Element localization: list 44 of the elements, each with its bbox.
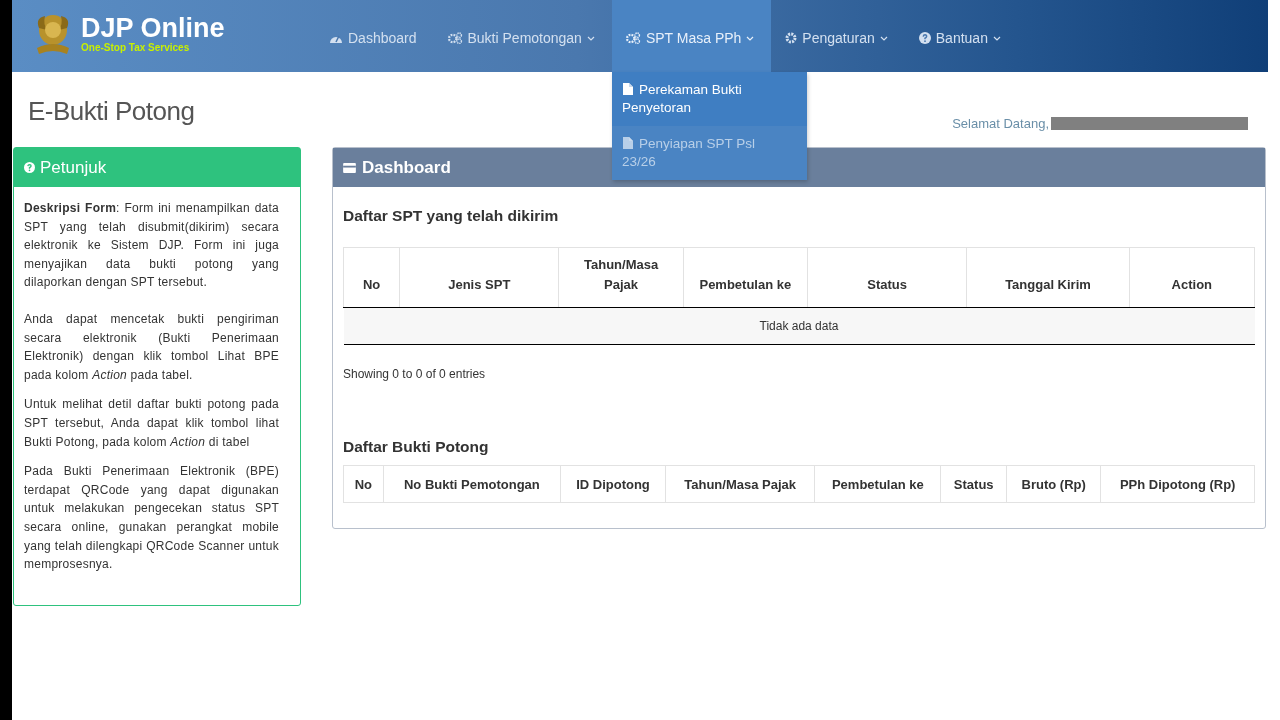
column-header: Bruto (Rp) <box>1006 465 1101 503</box>
column-header: Pembetulan ke <box>683 247 808 308</box>
column-header: Action <box>1129 247 1255 308</box>
site-tagline: One-Stop Tax Services <box>81 42 191 54</box>
column-header: Status <box>807 247 967 308</box>
gear-icon <box>785 32 798 44</box>
welcome-text: Selamat Datang, <box>952 116 1049 131</box>
column-header: PPh Dipotong (Rp) <box>1100 465 1255 503</box>
card-icon <box>343 162 356 173</box>
nav-menu-item[interactable]: Bantuan <box>904 0 1018 72</box>
nav-menu-item[interactable]: SPT Masa PPh <box>611 0 772 72</box>
help-icon <box>24 162 35 173</box>
nav-menu-item[interactable]: Pengaturan <box>771 0 905 72</box>
section-title: Daftar SPT yang telah dikirim <box>343 207 560 225</box>
nav-menu-item[interactable]: Bukti Pemotongan <box>433 0 612 72</box>
column-header: Tanggal Kirim <box>966 247 1130 308</box>
column-header: Status <box>940 465 1007 503</box>
guide-paragraph: Pada Bukti Penerimaan Elektronik (BPE) terdapat QRCode yang dapat digunakan untuk melakukan pengecekan status SPT secara online, gunakan perangkat mobile yang telah dilengkapi QRCode Scanner untuk memprosesnya. <box>24 463 279 574</box>
table-info: Showing 0 to 0 of 0 entries <box>343 367 487 381</box>
dropdown-item[interactable]: Perekaman Bukti Penyetoran <box>611 72 807 126</box>
column-header: Jenis SPT <box>399 247 559 308</box>
document-icon <box>622 83 633 95</box>
guide-paragraph: Anda dapat mencetak bukti pengiriman secara elektronik (Bukti Penerimaan Elektronik) dengan klik tombol Lihat BPE pada kolom Action pada tabel. <box>24 310 279 384</box>
column-header: Pembetulan ke <box>814 465 941 503</box>
column-header: Tahun/Masa Pajak <box>665 465 815 503</box>
empty-table-message: Tidak ada data <box>343 307 1255 345</box>
guide-paragraph: Deskripsi Form: Form ini menampilkan data SPT yang telah disubmit(dikirim) secara elektronik ke Sistem DJP. Form ini juga menyajikan data bukti potong yang dilaporkan dengan SPT tersebut. <box>24 200 279 292</box>
guide-paragraph: Untuk melihat detil daftar bukti potong pada SPT tersebut, Anda dapat klik tombol lihat Bukti Potong, pada kolom Action di tabel <box>24 396 279 451</box>
document-icon <box>622 137 633 149</box>
page-title: E-Bukti Potong <box>28 96 195 127</box>
dropdown-item[interactable]: Penyiapan SPT Psl 23/26 <box>611 126 807 180</box>
section-title: Daftar Bukti Potong <box>343 438 490 456</box>
guide-title: Petunjuk <box>40 157 107 178</box>
column-header: No <box>343 247 400 308</box>
column-header: No Bukti Pemotongan <box>383 465 561 503</box>
gears-icon <box>447 32 463 44</box>
column-header: ID Dipotong <box>560 465 666 503</box>
gears-icon <box>625 32 641 44</box>
dashboard-title: Dashboard <box>362 157 451 178</box>
help-icon <box>918 32 931 44</box>
site-title: DJP Online <box>81 14 225 42</box>
column-header: Tahun/Masa Pajak <box>558 247 684 308</box>
column-header: No <box>343 465 384 503</box>
nav-menu-item[interactable]: Dashboard <box>315 0 434 72</box>
